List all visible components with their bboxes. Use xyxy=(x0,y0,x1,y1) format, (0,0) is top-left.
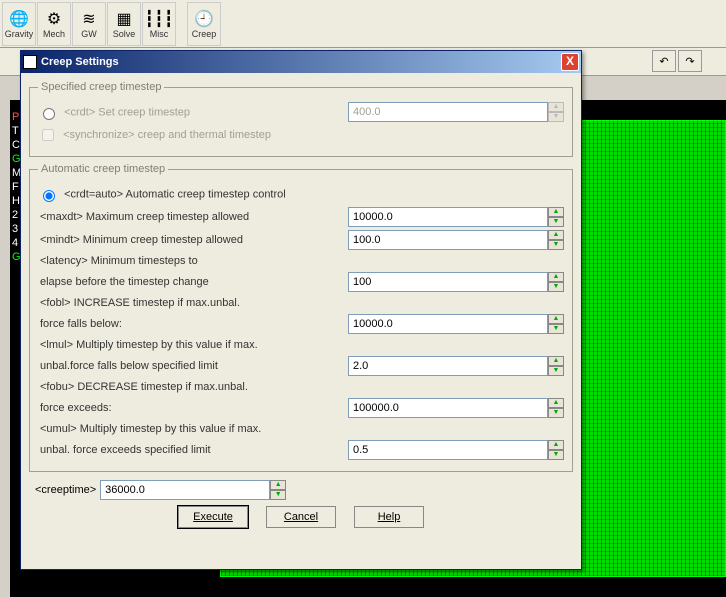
fobl-label-2: force falls below: xyxy=(38,318,348,330)
umul-field[interactable] xyxy=(348,440,548,460)
creeptime-label: <creeptime> xyxy=(29,484,96,496)
fobl-label-1: <fobl> INCREASE timestep if max.unbal. xyxy=(38,297,348,309)
radio-auto-label: <crdt=auto> Automatic creep timestep con… xyxy=(38,187,348,202)
latency-spinner[interactable]: ▲▼ xyxy=(548,272,564,292)
fobu-label-1: <fobu> DECREASE timestep if max.unbal. xyxy=(38,381,348,393)
redo-button[interactable]: ↷ xyxy=(678,50,702,72)
lmul-spinner[interactable]: ▲▼ xyxy=(548,356,564,376)
fobl-field[interactable] xyxy=(348,314,548,334)
crdt-spinner[interactable]: ▲▼ xyxy=(548,102,564,122)
tool-solve[interactable]: ▦Solve xyxy=(107,2,141,46)
umul-label-1: <umul> Multiply timestep by this value i… xyxy=(38,423,348,435)
mindt-label: <mindt> Minimum creep timestep allowed xyxy=(38,234,348,246)
creep-settings-dialog: Creep Settings X Specified creep timeste… xyxy=(20,50,582,570)
synchronize-checkbox[interactable] xyxy=(42,129,54,141)
maxdt-field[interactable] xyxy=(348,207,548,227)
synchronize-label: <synchronize> creep and thermal timestep xyxy=(38,126,348,144)
tool-mech[interactable]: ⚙Mech xyxy=(37,2,71,46)
fobu-label-2: force exceeds: xyxy=(38,402,348,414)
automatic-timestep-group: Automatic creep timestep <crdt=auto> Aut… xyxy=(29,163,573,472)
close-icon[interactable]: X xyxy=(561,53,579,71)
globe-icon: 🌐 xyxy=(9,9,29,29)
latency-field[interactable] xyxy=(348,272,548,292)
tool-gw[interactable]: ≋GW xyxy=(72,2,106,46)
group-legend: Specified creep timestep xyxy=(38,81,164,93)
mindt-spinner[interactable]: ▲▼ xyxy=(548,230,564,250)
creeptime-spinner[interactable]: ▲▼ xyxy=(270,480,286,500)
maxdt-spinner[interactable]: ▲▼ xyxy=(548,207,564,227)
radio-crdt-auto[interactable] xyxy=(43,190,55,202)
fobu-field[interactable] xyxy=(348,398,548,418)
lmul-field[interactable] xyxy=(348,356,548,376)
main-toolbar: 🌐Gravity ⚙Mech ≋GW ▦Solve ┇┇┇Misc 🕘Creep xyxy=(0,0,726,48)
radio-set-crdt[interactable] xyxy=(43,108,55,120)
tool-misc[interactable]: ┇┇┇Misc xyxy=(142,2,176,46)
mindt-field[interactable] xyxy=(348,230,548,250)
fobl-spinner[interactable]: ▲▼ xyxy=(548,314,564,334)
cancel-button[interactable]: Cancel xyxy=(266,506,336,528)
lmul-label-2: unbal.force falls below specified limit xyxy=(38,360,348,372)
tool-creep[interactable]: 🕘Creep xyxy=(187,2,221,46)
latency-label-1: <latency> Minimum timesteps to xyxy=(38,255,348,267)
lmul-label-1: <lmul> Multiply timestep by this value i… xyxy=(38,339,348,351)
maxdt-label: <maxdt> Maximum creep timestep allowed xyxy=(38,211,348,223)
latency-label-2: elapse before the timestep change xyxy=(38,276,348,288)
crdt-field[interactable] xyxy=(348,102,548,122)
creeptime-field[interactable] xyxy=(100,480,270,500)
group-legend: Automatic creep timestep xyxy=(38,163,168,175)
execute-button[interactable]: Execute xyxy=(178,506,248,528)
dialog-title: Creep Settings xyxy=(41,56,561,68)
tool-gravity[interactable]: 🌐Gravity xyxy=(2,2,36,46)
gear-icon: ⚙ xyxy=(47,9,61,29)
specified-timestep-group: Specified creep timestep <crdt> Set cree… xyxy=(29,81,573,157)
undo-button[interactable]: ↶ xyxy=(652,50,676,72)
radio-set-crdt-label: <crdt> Set creep timestep xyxy=(38,105,348,120)
umul-spinner[interactable]: ▲▼ xyxy=(548,440,564,460)
clock-icon: 🕘 xyxy=(194,9,214,29)
wave-icon: ≋ xyxy=(82,9,95,29)
window-icon xyxy=(23,55,37,69)
grid-icon: ▦ xyxy=(116,9,131,29)
sliders-icon: ┇┇┇ xyxy=(145,9,174,29)
fobu-spinner[interactable]: ▲▼ xyxy=(548,398,564,418)
dialog-titlebar[interactable]: Creep Settings X xyxy=(21,51,581,73)
help-button[interactable]: Help xyxy=(354,506,424,528)
umul-label-2: unbal. force exceeds specified limit xyxy=(38,444,348,456)
